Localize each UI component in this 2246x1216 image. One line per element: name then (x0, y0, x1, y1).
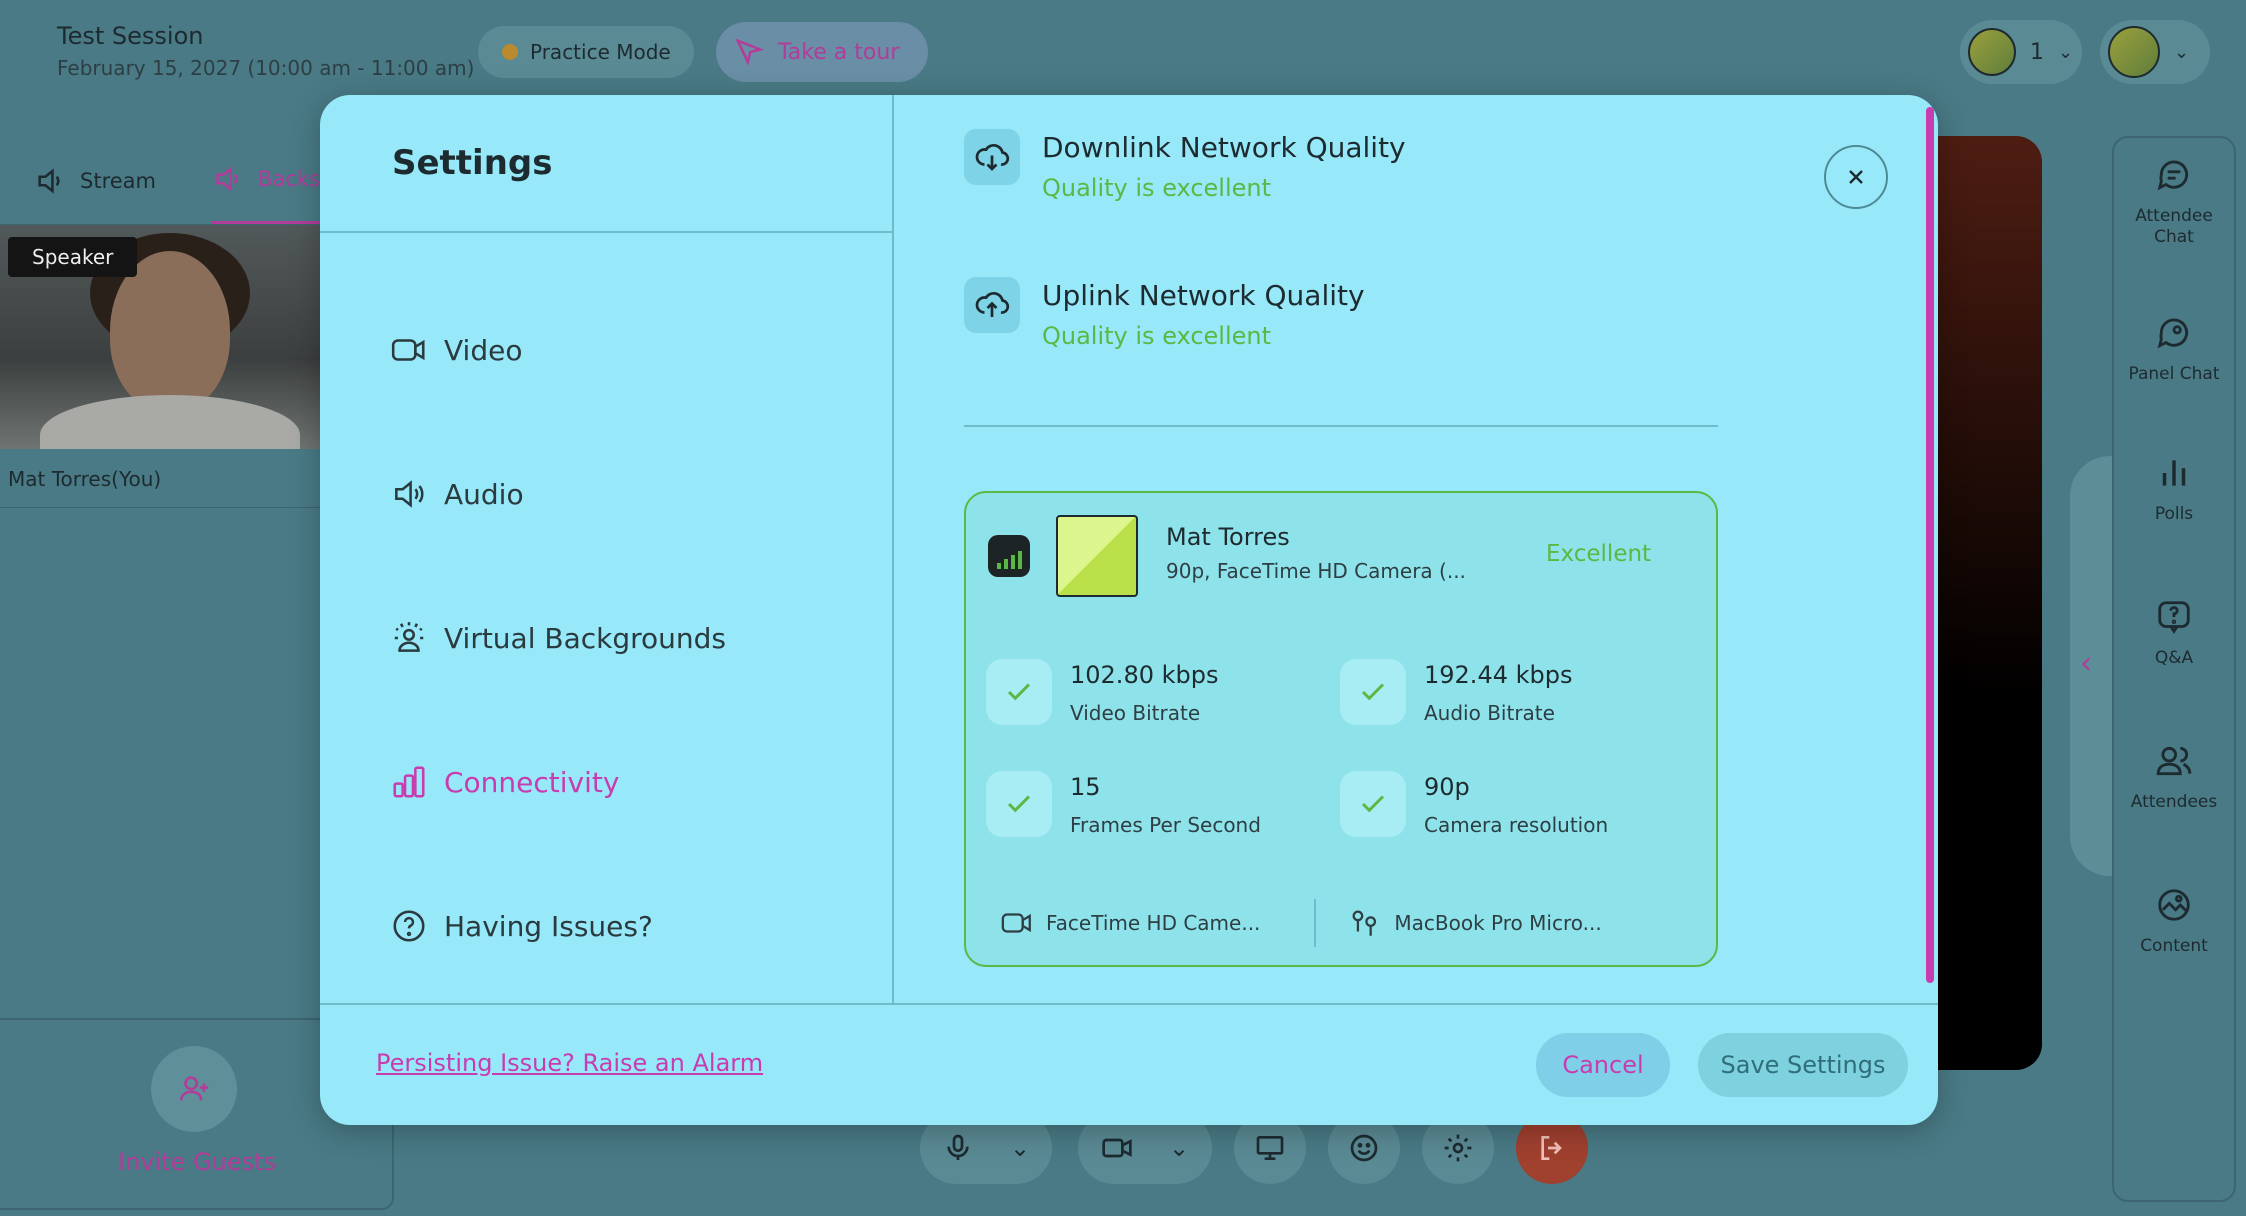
session-title: Test Session (57, 22, 204, 50)
participant-name: Mat Torres (1166, 523, 1290, 551)
cursor-pointer-icon (735, 38, 764, 66)
speaker-icon (216, 166, 238, 192)
rail-item-qa[interactable]: Q&A (2114, 598, 2234, 669)
settings-sidebar: Settings Video Audio Virtual Backgrounds… (320, 95, 894, 1003)
profile-dropdown[interactable]: ⌄ (2100, 20, 2210, 84)
add-user-icon[interactable] (151, 1046, 237, 1132)
downlink-status: Quality is excellent (1042, 174, 1271, 202)
nav-item-having-issues[interactable]: Having Issues? (390, 907, 653, 945)
speaker-badge: Speaker (8, 237, 138, 277)
quality-badge: Excellent (1546, 541, 1652, 567)
uplink-quality: Uplink Network Quality Quality is excell… (964, 277, 1365, 350)
speaker-video: Speaker (0, 225, 330, 449)
content-icon (2158, 889, 2190, 921)
video-icon (391, 339, 425, 361)
participant-device-summary: 90p, FaceTime HD Camera (... (1166, 559, 1466, 583)
participants-dropdown[interactable]: 1 ⌄ (1960, 20, 2082, 84)
cloud-download-icon (964, 129, 1020, 185)
settings-modal: Settings Video Audio Virtual Backgrounds… (320, 95, 1938, 1125)
chevron-down-icon: ⌄ (2174, 41, 2190, 63)
camera-device-name: FaceTime HD Came... (1046, 911, 1261, 935)
background-icon (394, 622, 424, 652)
chevron-down-icon: ⌄ (2058, 41, 2074, 63)
panel-chat-icon (2157, 318, 2189, 349)
metric-frames-per-second: 15 Frames Per Second (986, 771, 1261, 837)
help-icon (393, 910, 425, 942)
speaker-name: Mat Torres(You) (8, 467, 162, 491)
exit-icon (1541, 1136, 1562, 1160)
scrollbar[interactable] (1926, 107, 1934, 983)
rail-item-panel-chat[interactable]: Panel Chat (2114, 314, 2234, 385)
check-icon (1340, 771, 1406, 837)
left-panel: Stream Backs Speaker Mat Torres(You) (0, 137, 360, 1017)
speaker-icon (38, 167, 60, 194)
qa-icon (2158, 601, 2190, 634)
attendees-icon (2156, 746, 2192, 776)
rail-item-polls[interactable]: Polls (2114, 454, 2234, 525)
left-tabs: Stream Backs (0, 137, 360, 225)
chat-icon (2157, 160, 2189, 191)
tab-backstage-label: Backs (257, 167, 320, 191)
tab-stream-label: Stream (80, 168, 156, 193)
participant-count: 1 (2030, 39, 2044, 65)
check-icon (1340, 659, 1406, 725)
signal-strength-icon (988, 535, 1030, 577)
metric-audio-bitrate: 192.44 kbps Audio Bitrate (1340, 659, 1572, 725)
nav-item-audio[interactable]: Audio (390, 475, 524, 513)
speaker-icon (395, 480, 424, 508)
status-dot-icon (502, 44, 518, 60)
profile-avatar (2108, 26, 2160, 78)
downlink-title: Downlink Network Quality (1042, 131, 1406, 164)
downlink-quality: Downlink Network Quality Quality is exce… (964, 129, 1406, 202)
camera-icon (1001, 913, 1031, 933)
camera-icon (1102, 1138, 1132, 1158)
participant-thumbnail (1056, 515, 1138, 597)
earbuds-icon (1352, 910, 1377, 936)
mic-device-name: MacBook Pro Micro... (1394, 911, 1602, 935)
take-tour-button[interactable]: Take a tour (716, 22, 928, 82)
polls-icon (2162, 460, 2186, 486)
tab-stream[interactable]: Stream (34, 137, 156, 224)
save-settings-button[interactable]: Save Settings (1698, 1033, 1908, 1097)
nav-item-connectivity[interactable]: Connectivity (390, 763, 619, 801)
microphone-icon (947, 1134, 969, 1160)
right-rail: Attendee Chat Panel Chat Polls Q&A Atten… (2112, 136, 2236, 1202)
nav-item-video[interactable]: Video (390, 331, 522, 369)
rail-item-attendee-chat[interactable]: Attendee Chat (2114, 156, 2234, 248)
chevron-down-icon[interactable]: ⌄ (1169, 1134, 1189, 1162)
close-button[interactable] (1824, 145, 1888, 209)
take-tour-label: Take a tour (778, 39, 900, 65)
monitor-icon (1256, 1136, 1284, 1160)
gear-icon (1444, 1134, 1472, 1162)
modal-title: Settings (392, 143, 553, 183)
rail-item-content[interactable]: Content (2114, 886, 2234, 957)
bar-chart-icon (393, 766, 425, 798)
session-date: February 15, 2027 (10:00 am - 11:00 am) (57, 56, 475, 80)
cancel-button[interactable]: Cancel (1536, 1033, 1670, 1097)
close-icon (1849, 170, 1863, 184)
avatar (1968, 28, 2016, 76)
uplink-status: Quality is excellent (1042, 322, 1271, 350)
practice-mode-pill[interactable]: Practice Mode (478, 26, 694, 78)
raise-alarm-link[interactable]: Persisting Issue? Raise an Alarm (366, 1049, 773, 1077)
chevron-down-icon[interactable]: ⌄ (1010, 1134, 1030, 1162)
metric-video-bitrate: 102.80 kbps Video Bitrate (986, 659, 1218, 725)
uplink-title: Uplink Network Quality (1042, 279, 1365, 312)
participant-stats-card: Mat Torres 90p, FaceTime HD Camera (... … (964, 491, 1718, 967)
rail-item-attendees[interactable]: Attendees (2114, 742, 2234, 813)
metric-camera-resolution: 90p Camera resolution (1340, 771, 1608, 837)
practice-mode-label: Practice Mode (530, 40, 671, 64)
invite-guests-label[interactable]: Invite Guests (118, 1148, 276, 1176)
chevron-left-icon[interactable]: ‹ (2080, 646, 2092, 681)
check-icon (986, 659, 1052, 725)
nav-item-virtual-backgrounds[interactable]: Virtual Backgrounds (390, 619, 726, 657)
cloud-upload-icon (964, 277, 1020, 333)
device-row: FaceTime HD Came... MacBook Pro Micro... (1000, 899, 1602, 947)
check-icon (986, 771, 1052, 837)
emoji-icon (1350, 1134, 1378, 1162)
